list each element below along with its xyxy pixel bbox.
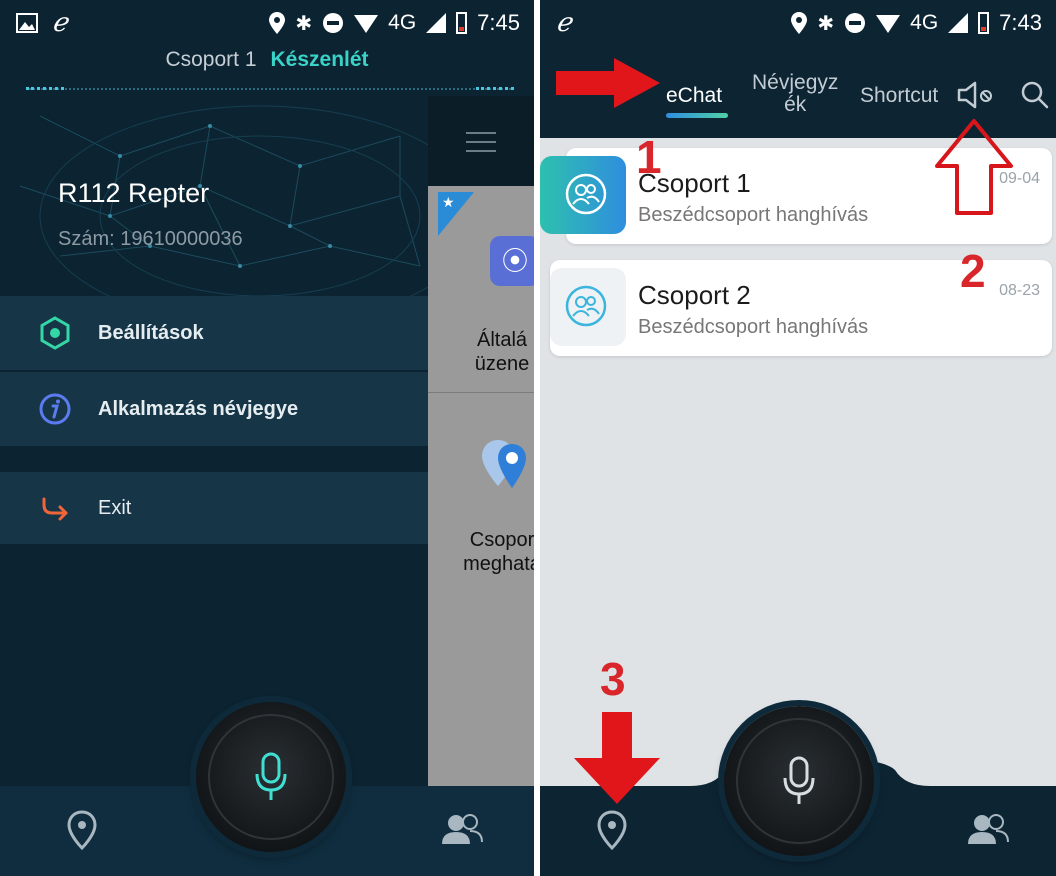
chat-subtitle: Beszédcsoport hanghívás xyxy=(638,316,869,338)
menu-item-label: Exit xyxy=(98,496,132,519)
menu-item-settings[interactable]: Beállítások xyxy=(0,296,428,370)
signal-icon xyxy=(948,13,969,33)
image-notification-icon xyxy=(16,13,38,33)
signal-icon xyxy=(426,13,447,33)
settings-hexagon-icon xyxy=(40,316,70,350)
contacts-tab-icon[interactable] xyxy=(966,812,1010,846)
echat-logo-icon: ℯ xyxy=(52,8,68,37)
location-tab-icon[interactable] xyxy=(596,810,628,850)
contacts-tab-icon[interactable] xyxy=(440,812,484,846)
network-type: 4G xyxy=(388,11,417,34)
tab-echat[interactable]: eChat xyxy=(666,84,722,108)
network-type: 4G xyxy=(910,11,939,34)
peek-label-1: Általá üzene xyxy=(474,329,530,375)
group-status-header: Csoport 1 Készenlét xyxy=(0,48,534,72)
menu-item-label: Beállítások xyxy=(98,321,204,344)
standby-status: Készenlét xyxy=(270,48,369,71)
clock: 7:43 xyxy=(999,10,1042,35)
star-badge-icon: ★ xyxy=(438,192,474,236)
annotation-number-1: 1 xyxy=(636,131,662,183)
main-content-peek: ★ ⦿ Általá üzene Csopor meghatá xyxy=(428,96,534,786)
broadcast-icon[interactable]: ⦿ xyxy=(490,236,534,286)
exit-arrow-icon xyxy=(42,497,68,521)
status-bar: ℯ ✱ 4G 7:43 xyxy=(540,0,1056,48)
annotation-arrow-up xyxy=(935,119,1013,215)
right-screen: ℯ ✱ 4G 7:43 eChat Névjegyz ék Shortcut 09… xyxy=(540,0,1056,876)
chat-date: 08-23 xyxy=(999,282,1040,299)
annotation-number-3: 3 xyxy=(600,653,626,705)
current-group[interactable]: Csoport 1 xyxy=(165,48,256,71)
navigation-drawer: R112 Repter Szám: 19610000036 Beállításo… xyxy=(0,96,428,786)
location-icon xyxy=(269,12,286,34)
left-screen: ℯ ✱ 4G 7:45 Csoport 1 Készenlét ★ ⦿ Által… xyxy=(0,0,534,876)
group-avatar xyxy=(550,268,626,346)
clock: 7:45 xyxy=(477,10,520,35)
user-name: R112 Repter xyxy=(58,178,210,208)
location-icon xyxy=(791,12,808,34)
speaker-mute-icon[interactable] xyxy=(956,80,996,110)
location-tab-icon[interactable] xyxy=(66,810,98,850)
annotation-arrow-right xyxy=(556,58,660,108)
menu-item-about[interactable]: Alkalmazás névjegye xyxy=(0,372,428,446)
annotation-number-2: 2 xyxy=(960,245,986,297)
search-icon[interactable] xyxy=(1020,80,1050,110)
battery-icon xyxy=(978,12,990,34)
microphone-icon xyxy=(255,752,287,800)
group-icon xyxy=(565,173,607,215)
wifi-icon xyxy=(876,15,901,33)
do-not-disturb-icon xyxy=(845,13,866,33)
annotation-arrow-down xyxy=(574,712,660,804)
microphone-icon xyxy=(783,756,815,804)
menu-item-label: Alkalmazás névjegye xyxy=(98,397,299,420)
active-tab-indicator xyxy=(666,113,728,118)
chat-subtitle: Beszédcsoport hanghívás xyxy=(638,204,869,226)
echat-logo-icon: ℯ xyxy=(556,8,572,37)
push-to-talk-button[interactable] xyxy=(724,706,874,856)
bluetooth-icon: ✱ xyxy=(817,12,835,35)
header-divider xyxy=(26,87,514,90)
group-location-icon[interactable] xyxy=(478,436,534,492)
menu-item-exit[interactable]: Exit xyxy=(0,472,428,544)
peek-label-2: Csopor meghatá xyxy=(463,529,534,575)
bluetooth-icon: ✱ xyxy=(295,12,313,35)
wifi-icon xyxy=(354,15,379,33)
chat-title: Csoport 2 xyxy=(638,280,751,310)
menu-icon[interactable] xyxy=(466,132,496,159)
user-number: Szám: 19610000036 xyxy=(58,228,243,250)
group-avatar xyxy=(540,156,626,234)
tab-contacts[interactable]: Névjegyz ék xyxy=(752,72,838,116)
info-icon xyxy=(39,393,71,425)
status-bar: ℯ ✱ 4G 7:45 xyxy=(0,0,534,48)
battery-icon xyxy=(456,12,468,34)
group-icon xyxy=(565,285,607,327)
do-not-disturb-icon xyxy=(323,13,344,33)
push-to-talk-button[interactable] xyxy=(196,702,346,852)
tab-shortcut[interactable]: Shortcut xyxy=(860,84,938,108)
